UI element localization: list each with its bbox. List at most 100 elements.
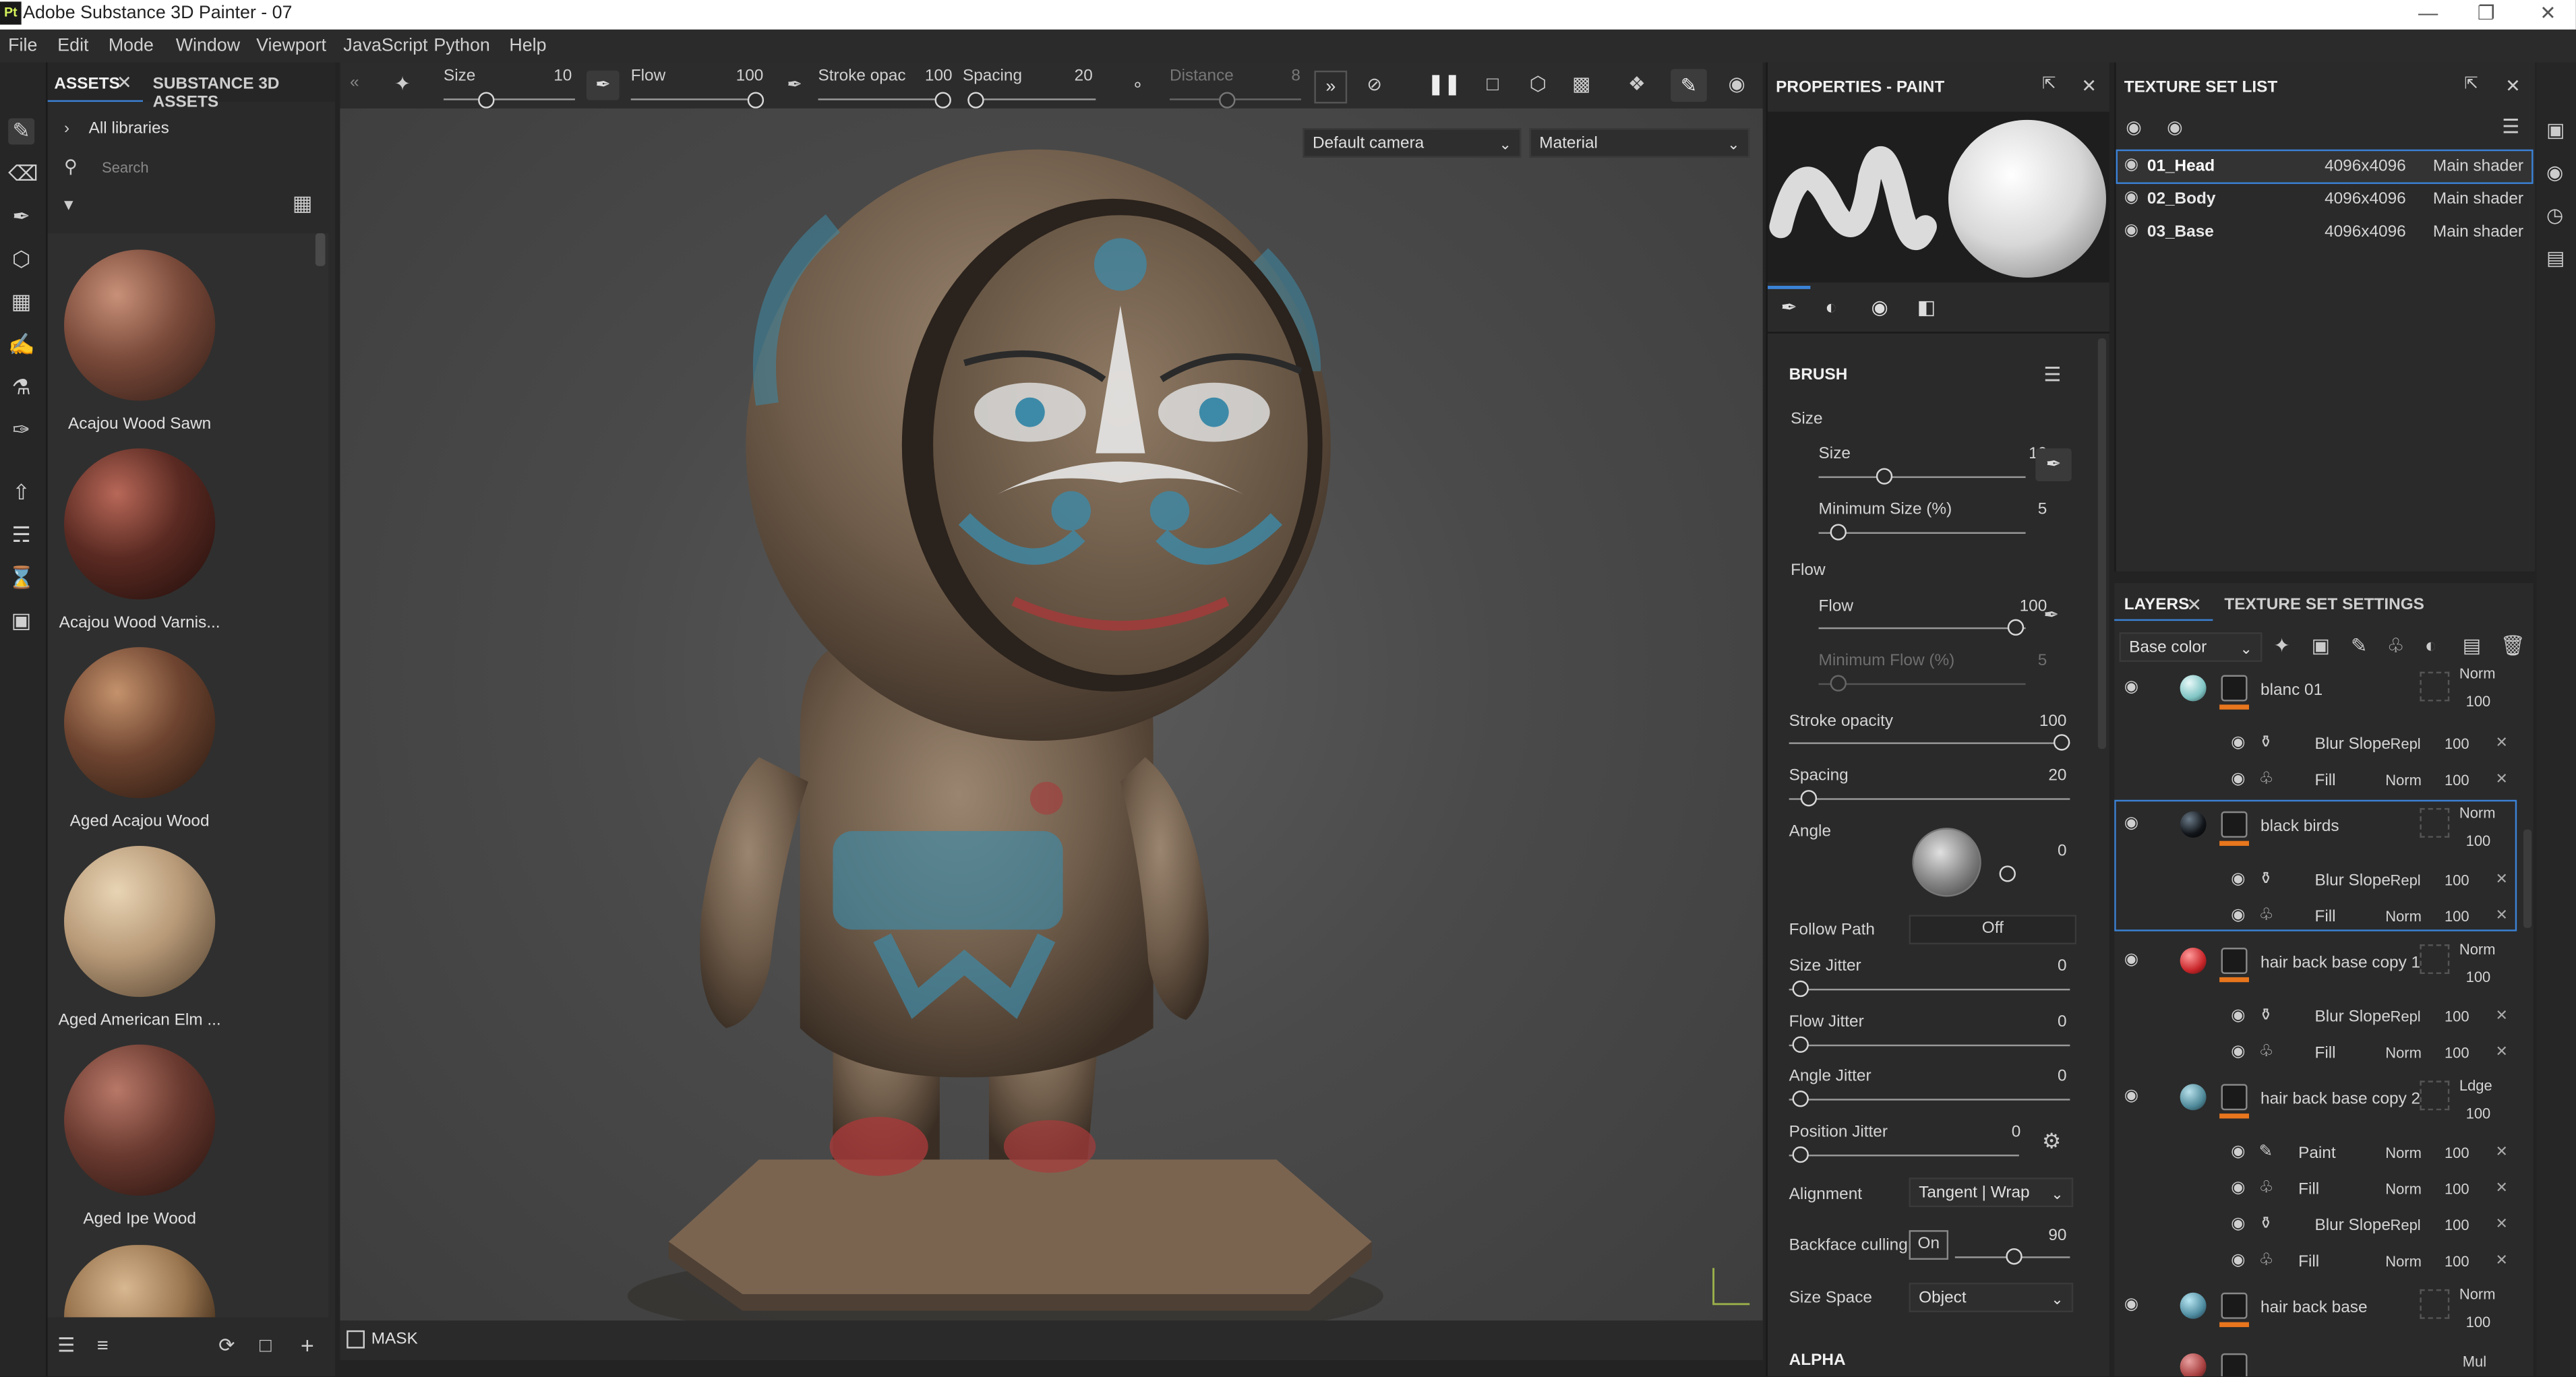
remove-effect-icon[interactable]: ✕ bbox=[2495, 1007, 2507, 1025]
effect-row[interactable]: ◉ ♧ Fill Norm 100 ✕ bbox=[2219, 1038, 2521, 1071]
menu-help[interactable]: Help bbox=[509, 36, 546, 56]
backface-culling-value[interactable]: 90 bbox=[2001, 1227, 2066, 1245]
layer-mask-slot[interactable] bbox=[2420, 807, 2450, 838]
effect-blend[interactable]: Repl bbox=[2391, 872, 2421, 888]
blend-mode[interactable]: Mul bbox=[2463, 1353, 2486, 1370]
eye-icon[interactable]: ◉ bbox=[2124, 815, 2138, 833]
stroke-opacity-slider[interactable] bbox=[818, 98, 947, 100]
flow-jitter-value[interactable]: 0 bbox=[2001, 1014, 2067, 1032]
size-jitter-slider[interactable] bbox=[1789, 988, 2070, 991]
size-space-select[interactable]: Object ⌄ bbox=[1909, 1283, 2074, 1313]
min-flow-knob[interactable] bbox=[1830, 675, 1847, 692]
texture-set-row[interactable]: ◉ 03_Base 4096x4096 Main shader bbox=[2118, 217, 2532, 248]
flow-value[interactable]: 100 bbox=[736, 67, 764, 86]
3d-viewport[interactable]: Default camera ⌄ Material ⌄ MASK bbox=[340, 108, 1763, 1360]
spacing-slider[interactable] bbox=[967, 98, 1096, 100]
layer-name[interactable]: blanc 01 bbox=[2260, 681, 2323, 700]
layer-row[interactable]: ◉ hair back base copy 1 Norm 100 bbox=[2114, 938, 2521, 997]
minimize-icon[interactable]: — bbox=[2418, 1, 2438, 24]
layer-name[interactable]: hair back base copy 2 bbox=[2260, 1091, 2420, 1109]
menu-python[interactable]: Python bbox=[433, 36, 489, 56]
follow-path-toggle[interactable]: Off bbox=[1909, 915, 2077, 945]
size-jitter-knob[interactable] bbox=[1792, 980, 1809, 998]
lazy-mouse-icon[interactable]: ∘ bbox=[1132, 74, 1143, 95]
scrollbar-thumb[interactable] bbox=[2523, 829, 2532, 928]
remove-effect-icon[interactable]: ✕ bbox=[2495, 770, 2507, 789]
clone-stamp-icon[interactable]: ⚗ bbox=[8, 375, 34, 401]
menu-mode[interactable]: Mode bbox=[109, 36, 154, 56]
remove-effect-icon[interactable]: ✕ bbox=[2495, 1143, 2507, 1161]
eye-icon[interactable]: ◉ bbox=[2231, 1180, 2245, 1198]
gear-icon[interactable]: ⚙ bbox=[2042, 1128, 2061, 1155]
alignment-select[interactable]: Tangent | Wrap ⌄ bbox=[1909, 1177, 2074, 1208]
collapse-left-icon[interactable]: « bbox=[350, 74, 359, 92]
delete-layer-icon[interactable]: 🗑 bbox=[2500, 634, 2525, 657]
flow-slider-knob[interactable] bbox=[2007, 619, 2025, 636]
backface-culling-knob[interactable] bbox=[2006, 1248, 2023, 1265]
eye-icon[interactable]: ◉ bbox=[2124, 222, 2138, 240]
flow-jitter-slider[interactable] bbox=[1789, 1044, 2070, 1047]
tab-texture-set-settings[interactable]: TEXTURE SET SETTINGS bbox=[2224, 596, 2424, 615]
layer-mask-slot[interactable] bbox=[2420, 944, 2450, 975]
sort-icon[interactable]: ≡ bbox=[97, 1334, 109, 1357]
menu-javascript[interactable]: JavaScript bbox=[343, 36, 427, 56]
asset-item[interactable]: Acajou Wood Sawn bbox=[48, 233, 232, 433]
angle-jitter-value[interactable]: 0 bbox=[2001, 1068, 2067, 1086]
remove-effect-icon[interactable]: ✕ bbox=[2495, 1043, 2507, 1061]
float-panel-icon[interactable]: ⇱ bbox=[2042, 75, 2056, 94]
min-size-value[interactable]: 5 bbox=[1981, 501, 2047, 519]
effect-opacity[interactable]: 100 bbox=[2445, 1253, 2469, 1269]
search-input[interactable]: Search bbox=[102, 159, 149, 175]
stroke-opacity-value[interactable]: 100 bbox=[2001, 713, 2067, 731]
effect-blend[interactable]: Repl bbox=[2391, 736, 2421, 752]
iray-icon[interactable]: ❖ bbox=[1628, 72, 1646, 95]
new-folder-icon[interactable]: □ bbox=[260, 1334, 272, 1357]
filter-icon[interactable]: ▾ bbox=[64, 194, 73, 215]
texture-set-shader[interactable]: Main shader bbox=[2433, 223, 2523, 241]
eye-icon[interactable]: ◉ bbox=[2231, 1043, 2245, 1061]
blend-mode[interactable]: Norm bbox=[2459, 1286, 2496, 1302]
eye-icon[interactable]: ◉ bbox=[2231, 734, 2245, 752]
measure-icon[interactable]: ☴ bbox=[8, 522, 34, 549]
pause-icon[interactable]: ❚❚ bbox=[1428, 72, 1461, 95]
effect-opacity[interactable]: 100 bbox=[2445, 872, 2469, 888]
layer-mask-icon[interactable] bbox=[2221, 1292, 2248, 1319]
blend-mode[interactable]: Norm bbox=[2459, 941, 2496, 957]
material-tab-icon[interactable]: ◧ bbox=[1917, 296, 1936, 319]
paint-brush-icon[interactable]: ✎ bbox=[8, 118, 35, 145]
layer-name[interactable]: black birds bbox=[2260, 818, 2339, 836]
chevron-right-icon[interactable]: › bbox=[64, 120, 69, 138]
opacity-value[interactable]: 100 bbox=[2466, 969, 2491, 985]
layer-row[interactable]: Mul bbox=[2114, 1347, 2521, 1377]
eye-icon[interactable]: ◉ bbox=[2231, 1252, 2245, 1270]
layer-row[interactable]: ◉ hair back base copy 2 Ldge 100 bbox=[2114, 1074, 2521, 1134]
min-size-slider[interactable] bbox=[1818, 532, 2026, 534]
flow-pressure-icon[interactable]: ✒ bbox=[787, 74, 802, 95]
blend-mode[interactable]: Norm bbox=[2459, 805, 2496, 821]
effect-row[interactable]: ◉ ♧ Fill Norm 100 ✕ bbox=[2219, 902, 2521, 935]
distance-value[interactable]: 8 bbox=[1291, 67, 1300, 86]
stroke-opacity-value[interactable]: 100 bbox=[925, 67, 953, 86]
add-paint-layer-icon[interactable]: ✎ bbox=[2351, 634, 2368, 657]
stroke-opacity-knob[interactable] bbox=[934, 92, 951, 109]
layer-row[interactable]: ◉ blanc 01 Norm 100 bbox=[2114, 669, 2521, 725]
flow-value[interactable]: 100 bbox=[1981, 598, 2047, 616]
effect-opacity[interactable]: 100 bbox=[2445, 1045, 2469, 1061]
texture-set-menu-icon[interactable]: ☰ bbox=[2502, 115, 2519, 138]
remove-effect-icon[interactable]: ✕ bbox=[2495, 1180, 2507, 1198]
bake-icon[interactable]: ⇧ bbox=[8, 480, 34, 506]
size-slider-knob[interactable] bbox=[478, 92, 495, 109]
position-jitter-knob[interactable] bbox=[1792, 1146, 1809, 1163]
opacity-value[interactable]: 100 bbox=[2466, 1314, 2491, 1330]
brush-menu-icon[interactable]: ☰ bbox=[2043, 363, 2061, 386]
effect-blend[interactable]: Repl bbox=[2391, 1008, 2421, 1024]
close-icon[interactable]: ✕ bbox=[2505, 75, 2520, 97]
effect-row[interactable]: ◉ ♧ Fill Norm 100 ✕ bbox=[2219, 1247, 2521, 1280]
eye-icon[interactable]: ◉ bbox=[2231, 770, 2245, 789]
size-pressure-icon[interactable]: ✒ bbox=[2035, 448, 2072, 481]
layer-mask-slot[interactable] bbox=[2420, 1289, 2450, 1319]
flow-jitter-knob[interactable] bbox=[1792, 1036, 1809, 1053]
remove-effect-icon[interactable]: ✕ bbox=[2495, 907, 2507, 925]
close-icon[interactable]: ✕ bbox=[2540, 1, 2556, 24]
effect-row[interactable]: ◉ ⚱ Blur Slope Repl 100 ✕ bbox=[2219, 1211, 2521, 1244]
